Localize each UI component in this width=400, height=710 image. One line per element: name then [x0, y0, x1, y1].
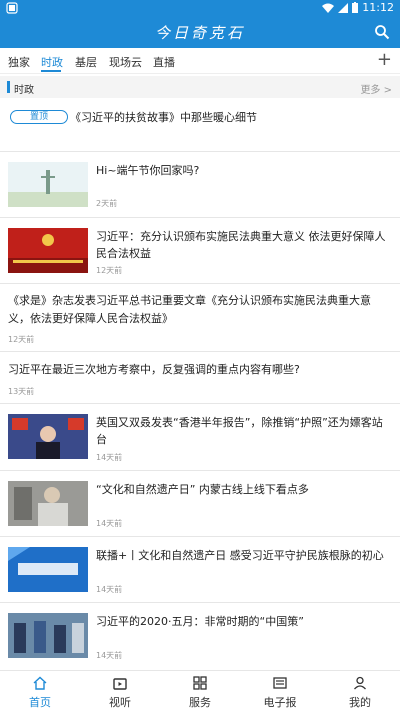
article-time: 12天前 — [96, 266, 123, 275]
article-title[interactable]: 《求是》杂志发表习近平总书记重要文章《充分认识颁布实施民法典重大意义，依法更好保… — [8, 292, 392, 328]
pinned-article-title[interactable]: 《习近平的扶贫故事》中那些暖心细节 — [70, 109, 257, 125]
article-time: 14天前 — [96, 453, 123, 462]
tab-exclusive[interactable]: 独家 — [8, 54, 30, 70]
status-bar: 11:12 — [0, 0, 400, 16]
more-link[interactable]: 更多 > — [360, 81, 392, 96]
section-title: 时政 — [14, 85, 34, 96]
section-header: 时政 更多 > — [0, 76, 400, 98]
pinned-badge: 置顶 — [10, 110, 68, 124]
tab-grassroots[interactable]: 基层 — [75, 54, 97, 70]
nav-home-label: 首页 — [29, 696, 51, 709]
divider — [0, 283, 400, 284]
article-title[interactable]: Hi~端午节你回家吗? — [96, 162, 392, 179]
article-thumbnail[interactable] — [8, 414, 88, 459]
article-thumbnail[interactable] — [8, 547, 88, 592]
app-notification-icon — [6, 2, 18, 14]
nav-services[interactable]: 服务 — [160, 671, 240, 710]
newspaper-icon — [273, 677, 287, 689]
search-icon[interactable] — [374, 24, 390, 40]
user-icon — [354, 676, 366, 690]
grid-icon — [193, 676, 207, 690]
article-title[interactable]: 联播+丨文化和自然遗产日 感受习近平守护民族根脉的初心 — [96, 547, 392, 564]
article-thumbnail[interactable] — [8, 481, 88, 526]
signal-icon — [338, 2, 349, 13]
article-time: 12天前 — [8, 335, 35, 344]
tab-live-cloud[interactable]: 现场云 — [109, 54, 142, 70]
article-title[interactable]: 习近平：充分认识颁布实施民法典重大意义 依法更好保障人民合法权益 — [96, 228, 392, 262]
divider — [0, 470, 400, 471]
nav-profile[interactable]: 我的 — [320, 671, 400, 710]
active-tab-indicator — [41, 70, 61, 72]
article-time: 14天前 — [96, 585, 123, 594]
divider — [0, 151, 400, 152]
article-time: 14天前 — [96, 651, 123, 660]
divider — [0, 217, 400, 218]
video-icon — [113, 678, 127, 690]
battery-icon — [352, 2, 359, 13]
article-time: 14天前 — [96, 519, 123, 528]
divider — [0, 602, 400, 603]
tab-politics[interactable]: 时政 — [41, 54, 63, 70]
article-title[interactable]: 习近平在最近三次地方考察中，反复强调的重点内容有哪些? — [8, 361, 392, 379]
nav-epaper[interactable]: 电子报 — [240, 671, 320, 710]
divider — [0, 351, 400, 352]
app-title: 今日奇克石 — [154, 24, 245, 42]
divider — [0, 403, 400, 404]
nav-profile-label: 我的 — [349, 696, 371, 709]
tab-live[interactable]: 直播 — [153, 54, 175, 70]
divider — [0, 536, 400, 537]
article-thumbnail[interactable] — [8, 162, 88, 207]
article-title[interactable]: 习近平的2020·五月：非常时期的“中国策” — [96, 613, 392, 630]
article-time: 2天前 — [96, 199, 118, 208]
wifi-icon — [322, 3, 335, 13]
status-time: 11:12 — [362, 1, 394, 14]
bottom-navigation: 首页 视听 服务 电子报 我的 — [0, 670, 400, 710]
article-thumbnail[interactable] — [8, 613, 88, 658]
section-accent-bar — [7, 81, 10, 93]
add-channel-icon[interactable]: + — [377, 51, 392, 69]
article-title[interactable]: 英国又双叒发表“香港半年报告”，除推销“护照”还为嫖客站台 — [96, 414, 392, 448]
article-thumbnail[interactable] — [8, 228, 88, 273]
nav-video-label: 视听 — [109, 696, 131, 709]
nav-video[interactable]: 视听 — [80, 671, 160, 710]
nav-home[interactable]: 首页 — [0, 671, 80, 710]
article-time: 13天前 — [8, 387, 35, 396]
app-bar: 今日奇克石 — [0, 16, 400, 48]
nav-epaper-label: 电子报 — [263, 696, 297, 709]
home-icon — [33, 676, 47, 690]
nav-services-label: 服务 — [189, 696, 211, 709]
channel-tabs: 独家 时政 基层 现场云 直播 + — [0, 48, 400, 74]
article-title[interactable]: “文化和自然遗产日” 内蒙古线上线下看点多 — [96, 481, 392, 498]
